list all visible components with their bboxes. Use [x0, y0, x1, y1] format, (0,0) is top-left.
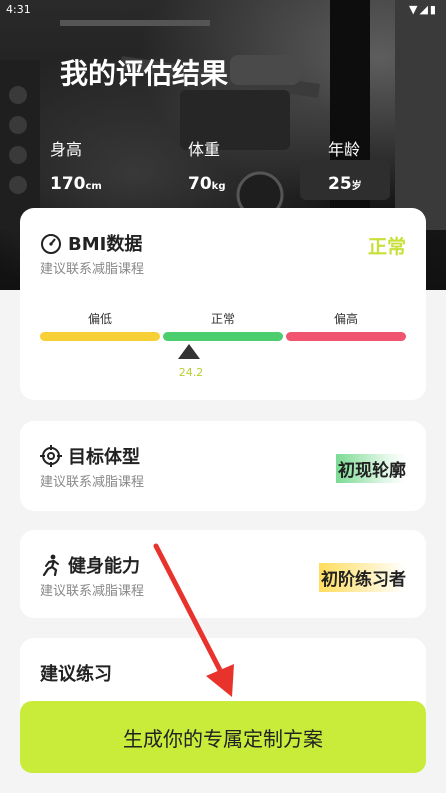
stat-weight: 体重 70kg	[188, 136, 225, 194]
bmi-card-subtitle: 建议联系减脂课程	[40, 262, 145, 277]
stat-age-value-wrap: 25岁	[328, 174, 362, 194]
status-time: 4:31	[6, 3, 31, 16]
crosshair-icon	[40, 445, 62, 467]
stat-age: 年龄 25岁	[328, 136, 362, 194]
stat-age-value: 25	[328, 174, 352, 194]
bmi-card-title: BMI数据	[40, 230, 142, 256]
running-person-icon	[40, 554, 62, 576]
stat-weight-unit: kg	[211, 181, 226, 192]
scale-label-low: 偏低	[87, 312, 112, 326]
generate-plan-button[interactable]: 生成你的专属定制方案	[20, 701, 426, 773]
bmi-card-title-text: BMI数据	[68, 234, 143, 255]
status-bar: 4:31 ▼◢▮	[0, 0, 446, 18]
stat-height-value-wrap: 170cm	[50, 174, 102, 194]
bmi-card: BMI数据 建议联系减脂课程 正常 偏低 正常 偏高 24.2	[20, 208, 426, 400]
stat-age-unit: 岁	[351, 181, 362, 192]
stat-age-label: 年龄	[328, 140, 361, 159]
target-card-title: 目标体型	[40, 443, 140, 469]
target-body-tag: 初现轮廓	[336, 454, 406, 483]
status-icons: ▼◢▮	[409, 3, 438, 16]
fitness-card-title: 健身能力	[40, 552, 140, 578]
fitness-card-subtitle: 建议联系减脂课程	[40, 584, 145, 599]
fitness-card-title-text: 健身能力	[68, 556, 140, 577]
practice-card-title: 建议练习	[40, 664, 112, 685]
page-title: 我的评估结果	[60, 57, 229, 90]
bmi-pointer-icon	[178, 344, 200, 359]
bmi-value: 24.2	[178, 366, 204, 379]
stat-height-unit: cm	[85, 181, 102, 192]
scale-bar-low	[40, 332, 160, 341]
stat-weight-value-wrap: 70kg	[188, 174, 225, 194]
stat-height: 身高 170cm	[50, 136, 102, 194]
scale-bar-normal	[163, 332, 283, 341]
stat-weight-label: 体重	[188, 140, 221, 159]
fitness-ability-card[interactable]: 健身能力 建议联系减脂课程 初阶练习者	[20, 530, 426, 618]
scale-label-high: 偏高	[333, 312, 358, 326]
stat-weight-value: 70	[188, 174, 212, 194]
speedometer-icon	[40, 232, 62, 254]
target-card-title-text: 目标体型	[68, 447, 140, 468]
target-card-subtitle: 建议联系减脂课程	[40, 475, 145, 490]
target-body-card[interactable]: 目标体型 建议联系减脂课程 初现轮廓	[20, 421, 426, 511]
bmi-status: 正常	[367, 236, 406, 258]
stat-height-label: 身高	[50, 140, 83, 159]
fitness-level-tag: 初阶练习者	[319, 563, 406, 592]
scale-label-normal: 正常	[210, 312, 235, 326]
scale-bar-high	[286, 332, 406, 341]
stat-height-value: 170	[50, 174, 86, 194]
